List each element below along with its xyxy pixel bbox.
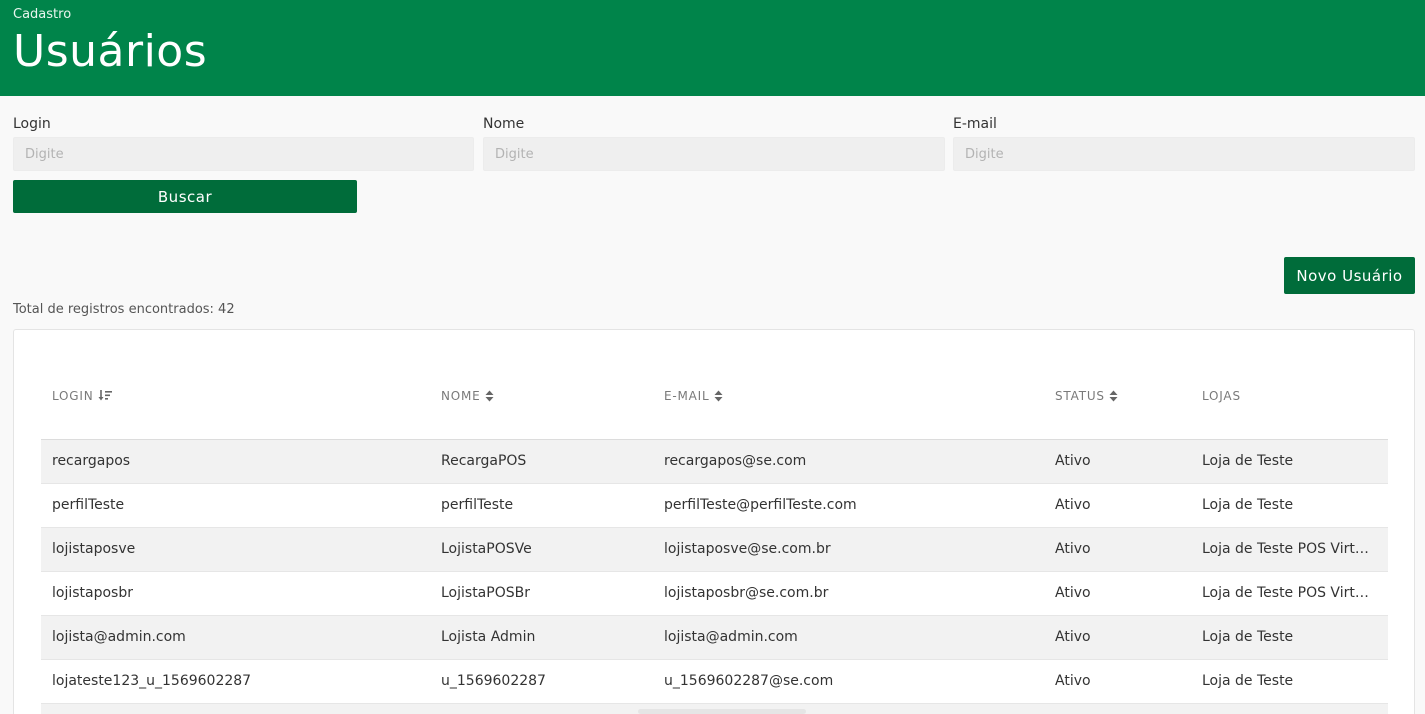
total-records-text: Total de registros encontrados: 42 [13,302,235,317]
column-header-email[interactable]: E-MAIL [664,389,723,403]
column-header-nome[interactable]: NOME [441,389,494,403]
cell-lojas: Loja de Teste [1202,673,1294,689]
sort-icon [485,390,494,402]
cell-nome: u_1569602287 [441,673,546,689]
nome-label: Nome [483,116,525,132]
cell-lojas: Loja de Teste [1202,453,1294,469]
sort-desc-icon [98,390,112,401]
cell-nome: LojistaPOSBr [441,585,530,601]
column-header-label: E-MAIL [664,389,710,403]
table-row[interactable]: lojistaposbr LojistaPOSBr lojistaposbr@s… [41,572,1388,616]
cell-nome: perfilTeste [441,497,514,513]
login-input[interactable] [13,137,474,171]
cell-email: lojistaposbr@se.com.br [664,585,829,601]
cell-lojas: Loja de Teste [1202,629,1294,645]
cell-email: lojistaposve@se.com.br [664,541,831,557]
cell-status [1055,704,1175,714]
sort-icon [714,390,722,402]
cell-nome: Lojista Admin [441,629,536,645]
column-header-label: STATUS [1055,389,1105,403]
cell-lojas: Loja de Teste POS Virtual [1202,541,1374,557]
table-row[interactable]: recargapos RecargaPOS recargapos@se.com … [41,440,1388,484]
page-title: Usuários [13,26,208,77]
cell-email: lojista@admin.com [664,629,798,645]
cell-login [52,704,422,714]
email-input[interactable] [953,137,1415,171]
column-header-lojas: LOJAS [1202,389,1241,403]
cell-login: lojistaposbr [52,585,133,601]
sort-icon [1109,390,1118,402]
cell-lojas: Loja de Teste [1202,497,1294,513]
nome-input[interactable] [483,137,945,171]
cell-nome: RecargaPOS [441,453,527,469]
cell-lojas: Loja de Teste POS Virtual [1202,585,1374,601]
cell-login: lojistaposve [52,541,136,557]
cell-status: Ativo [1055,453,1091,469]
cell-lojas [1202,704,1374,714]
table-row[interactable]: lojateste123_u_1569602287 u_1569602287 u… [41,660,1388,704]
cell-email: recargapos@se.com [664,453,807,469]
column-header-login[interactable]: LOGIN [52,389,112,403]
cell-status: Ativo [1055,673,1091,689]
column-header-label: LOGIN [52,389,94,403]
cell-login: lojateste123_u_1569602287 [52,673,252,689]
table-row[interactable]: lojista@admin.com Lojista Admin lojista@… [41,616,1388,660]
breadcrumb[interactable]: Cadastro [13,7,71,22]
login-label: Login [13,116,51,132]
column-header-label: LOJAS [1202,389,1241,403]
users-table-card: LOGIN NOME E-MAIL STATUS LOJAS recargapo… [13,329,1415,714]
cell-status: Ativo [1055,585,1091,601]
column-header-status[interactable]: STATUS [1055,389,1118,403]
cell-nome: LojistaPOSVe [441,541,532,557]
cell-nome [441,704,641,714]
cell-email: perfilTeste@perfilTeste.com [664,497,857,513]
cell-status: Ativo [1055,541,1091,557]
table-row[interactable]: lojistaposve LojistaPOSVe lojistaposve@s… [41,528,1388,572]
page-header: Cadastro Usuários [0,0,1425,96]
table-row[interactable]: perfilTeste perfilTeste perfilTeste@perf… [41,484,1388,528]
search-button[interactable]: Buscar [13,180,357,213]
cell-login: perfilTeste [52,497,125,513]
cell-status: Ativo [1055,629,1091,645]
cell-login: recargapos [52,453,131,469]
cell-login: lojista@admin.com [52,629,186,645]
cell-status: Ativo [1055,497,1091,513]
new-user-button[interactable]: Novo Usuário [1284,257,1415,294]
cell-email: u_1569602287@se.com [664,673,834,689]
email-label: E-mail [953,116,997,132]
column-header-label: NOME [441,389,481,403]
scroll-indicator[interactable] [638,709,806,714]
